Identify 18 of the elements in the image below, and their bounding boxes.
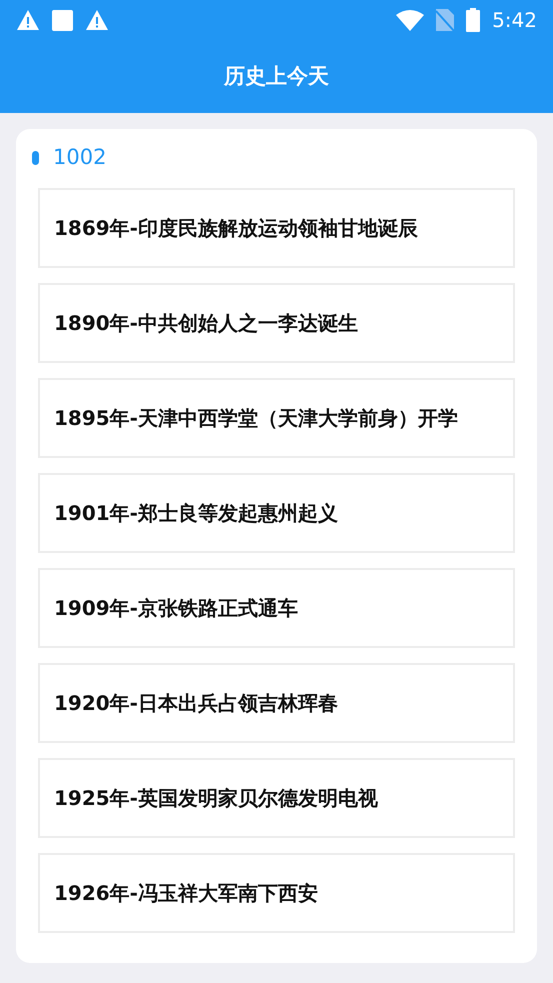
event-item[interactable]: 1895年-天津中西学堂（天津大学前身）开学 bbox=[38, 378, 515, 458]
page-title: 历史上今天 bbox=[224, 62, 329, 90]
event-item[interactable]: 1890年-中共创始人之一李达诞生 bbox=[38, 283, 515, 363]
no-sim-icon bbox=[436, 9, 454, 31]
event-item[interactable]: 1926年-冯玉祥大军南下西安 bbox=[38, 853, 515, 933]
event-item[interactable]: 1901年-郑士良等发起惠州起义 bbox=[38, 473, 515, 553]
event-item[interactable]: 1869年-印度民族解放运动领袖甘地诞辰 bbox=[38, 188, 515, 268]
date-heading: 1002 bbox=[53, 144, 106, 172]
warning-icon bbox=[85, 9, 109, 31]
bullet-icon bbox=[32, 151, 39, 165]
event-item[interactable]: 1920年-日本出兵占领吉林珲春 bbox=[38, 663, 515, 743]
event-item[interactable]: 1925年-英国发明家贝尔德发明电视 bbox=[38, 758, 515, 838]
event-item[interactable]: 1909年-京张铁路正式通车 bbox=[38, 568, 515, 648]
warning-icon bbox=[16, 9, 40, 31]
notification-icon bbox=[52, 10, 73, 30]
battery-icon bbox=[466, 8, 480, 32]
wifi-icon bbox=[396, 9, 424, 31]
clock-time: 5:42 bbox=[492, 7, 537, 34]
